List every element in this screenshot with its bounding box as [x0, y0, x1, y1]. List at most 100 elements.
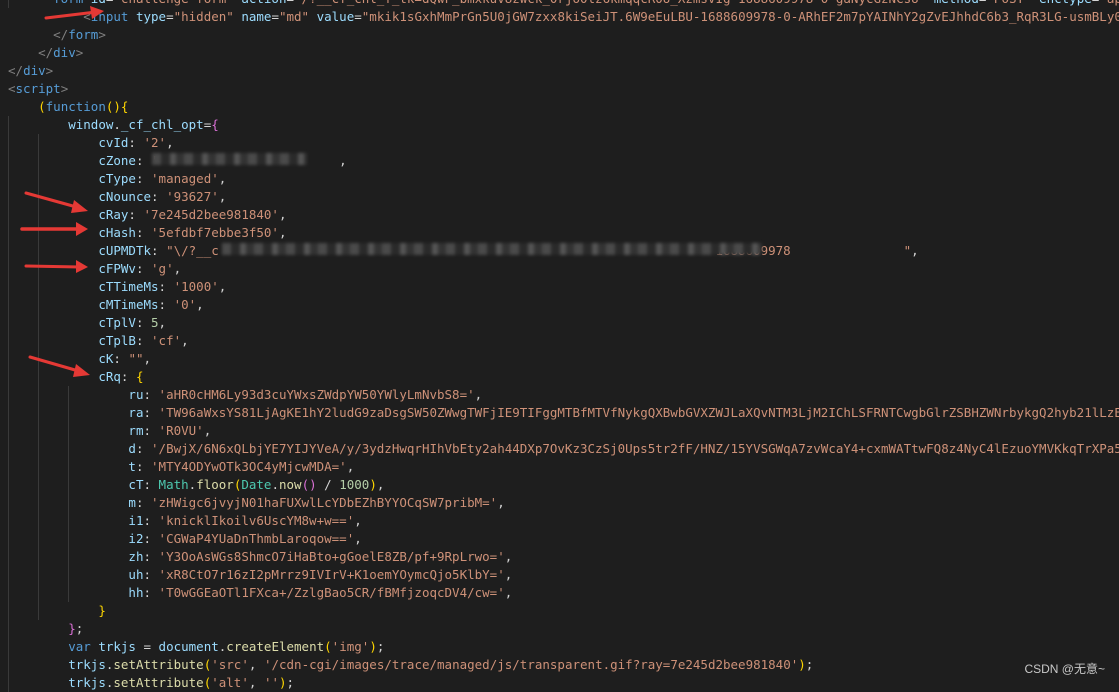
code-line[interactable]: };	[0, 620, 1119, 638]
indent-guide	[68, 476, 70, 494]
code-token: div	[53, 45, 76, 60]
code-token: 'img'	[331, 639, 370, 654]
code-line[interactable]: ru: 'aHR0cHM6Ly93d3cuYWxsZWdpYW50YWlyLmN…	[0, 386, 1119, 404]
indent-guide	[68, 404, 70, 422]
code-token: script	[15, 81, 61, 96]
indent-guide	[38, 440, 40, 458]
code-line[interactable]: rm: 'R0VU',	[0, 422, 1119, 440]
code-line[interactable]: form id="challenge-form" action="/?__cf_…	[0, 0, 1119, 8]
indent-guide	[8, 638, 9, 656]
code-token: cRq	[98, 369, 121, 384]
code-line[interactable]: <script>	[0, 80, 1119, 98]
code-token: ;	[286, 675, 295, 690]
code-line[interactable]: cType: 'managed',	[0, 170, 1119, 188]
code-line[interactable]: cK: "",	[0, 350, 1119, 368]
code-line[interactable]: cTplV: 5,	[0, 314, 1119, 332]
code-token: :	[151, 189, 167, 204]
code-token: ,	[181, 333, 189, 348]
code-line[interactable]: zh: 'Y3OoAsWGs8ShmcO7iHaBto+gGoelE8ZB/pf…	[0, 548, 1119, 566]
code-token: :	[143, 513, 159, 528]
red-arrow-icon	[28, 355, 90, 377]
code-token: window	[68, 117, 114, 132]
code-line[interactable]: t: 'MTY4ODYwOTk3OC4yMjcwMDA=',	[0, 458, 1119, 476]
indent-guide	[8, 458, 9, 476]
code-token: 'Y3OoAsWGs8ShmcO7iHaBto+gGoelE8ZB/pf+9Rp…	[158, 549, 505, 564]
code-token: ,	[354, 513, 362, 528]
indent-guide	[38, 296, 40, 314]
code-token: 'alt'	[211, 675, 249, 690]
code-line[interactable]: cRay: '7e245d2bee981840',	[0, 206, 1119, 224]
code-token: 1000	[339, 477, 370, 492]
code-token: '1000'	[173, 279, 219, 294]
code-token: ,	[911, 243, 919, 258]
code-line[interactable]: cTTimeMs: '1000',	[0, 278, 1119, 296]
code-token: :	[143, 531, 159, 546]
code-line[interactable]: trkjs.setAttribute('src', '/cdn-cgi/imag…	[0, 656, 1119, 674]
code-line[interactable]: d: '/BwjX/6N6xQLbjYE7YIJYVeA/y/3ydzHwqrH…	[0, 440, 1119, 458]
indent-guide	[68, 548, 70, 566]
code-token: )	[279, 675, 287, 690]
code-token: ,	[504, 585, 513, 600]
code-line[interactable]: i1: 'knicklIkoilv6UscYM8w+w==',	[0, 512, 1119, 530]
indent-guide	[8, 188, 9, 206]
indent-guide	[38, 422, 40, 440]
code-token: )	[369, 639, 377, 654]
code-token: '93627'	[166, 189, 219, 204]
code-token: :	[135, 459, 152, 474]
code-line[interactable]: cHash: '5efdbf7ebbe3f50',	[0, 224, 1119, 242]
code-token: cRay	[98, 207, 129, 222]
code-token: (){	[105, 99, 129, 114]
code-token: ,	[203, 423, 212, 438]
code-line[interactable]: i2: 'CGWaP4YUaDnThmbLaroqow==',	[0, 530, 1119, 548]
indent-guide	[8, 440, 9, 458]
code-line[interactable]: cNounce: '93627',	[0, 188, 1119, 206]
code-line[interactable]: trkjs.setAttribute('alt', '');	[0, 674, 1119, 692]
code-line[interactable]: uh: 'xR8CtO7r16zI2pMrrz9IVIrV+K1oemYOymc…	[0, 566, 1119, 584]
code-token: cTTimeMs	[98, 279, 159, 294]
code-token: 'aHR0cHM6Ly93d3cuYWxsZWdpYW50YWlyLmNvbS8…	[158, 387, 475, 402]
code-token: 'cf'	[151, 333, 182, 348]
code-line[interactable]: (function(){	[0, 98, 1119, 116]
code-token: div	[23, 63, 46, 78]
code-line[interactable]: </div>	[0, 62, 1119, 80]
code-line[interactable]: cTplB: 'cf',	[0, 332, 1119, 350]
code-line[interactable]: hh: 'T0wGGEaOTl1FXca+/ZzlgBao5CR/fBMfjzo…	[0, 584, 1119, 602]
code-line[interactable]: m: 'zHWigc6jvyjN01haFUXwlLcYDbEZhBYYOCqS…	[0, 494, 1119, 512]
indent-guide	[38, 512, 40, 530]
indent-guide	[8, 422, 9, 440]
code-line[interactable]: </div>	[0, 44, 1119, 62]
code-token: >	[45, 63, 54, 78]
watermark: CSDN @无意~	[1024, 662, 1105, 676]
indent-guide	[8, 170, 9, 188]
code-content: trkjs.setAttribute('alt', '');	[8, 675, 294, 690]
code-line[interactable]: cvId: '2',	[0, 134, 1119, 152]
code-token: 'CGWaP4YUaDnThmbLaroqow=='	[158, 531, 355, 546]
indent-guide	[8, 152, 9, 170]
code-token: t	[128, 459, 136, 474]
code-line[interactable]: cFPWv: 'g',	[0, 260, 1119, 278]
code-line[interactable]: cRq: {	[0, 368, 1119, 386]
code-line[interactable]: </form>	[0, 26, 1119, 44]
code-token: trkjs	[98, 639, 136, 654]
code-line[interactable]: window._cf_chl_opt={	[0, 116, 1119, 134]
indent-guide	[8, 242, 9, 260]
code-content: i1: 'knicklIkoilv6UscYM8w+w==',	[8, 513, 362, 528]
code-line[interactable]: ra: 'TW96aWxsYS81LjAgKE1hY2ludG9zaDsgSW5…	[0, 404, 1119, 422]
code-line[interactable]: }	[0, 602, 1119, 620]
indent-guide	[8, 0, 9, 8]
code-line[interactable]: var trkjs = document.createElement('img'…	[0, 638, 1119, 656]
code-token: ,	[339, 153, 347, 168]
indent-guide	[38, 458, 40, 476]
code-editor[interactable]: form id="challenge-form" action="/?__cf_…	[0, 0, 1119, 692]
indent-guide	[38, 170, 40, 188]
code-token: cMTimeMs	[98, 297, 159, 312]
code-token: 'src'	[211, 657, 249, 672]
code-token: :	[135, 441, 152, 456]
code-token: ""	[128, 351, 144, 366]
code-content: (function(){	[8, 99, 128, 114]
code-line[interactable]: cT: Math.floor(Date.now() / 1000),	[0, 476, 1119, 494]
code-line[interactable]: cMTimeMs: '0',	[0, 296, 1119, 314]
code-line[interactable]: <input type="hidden" name="md" value="mk…	[0, 8, 1119, 26]
